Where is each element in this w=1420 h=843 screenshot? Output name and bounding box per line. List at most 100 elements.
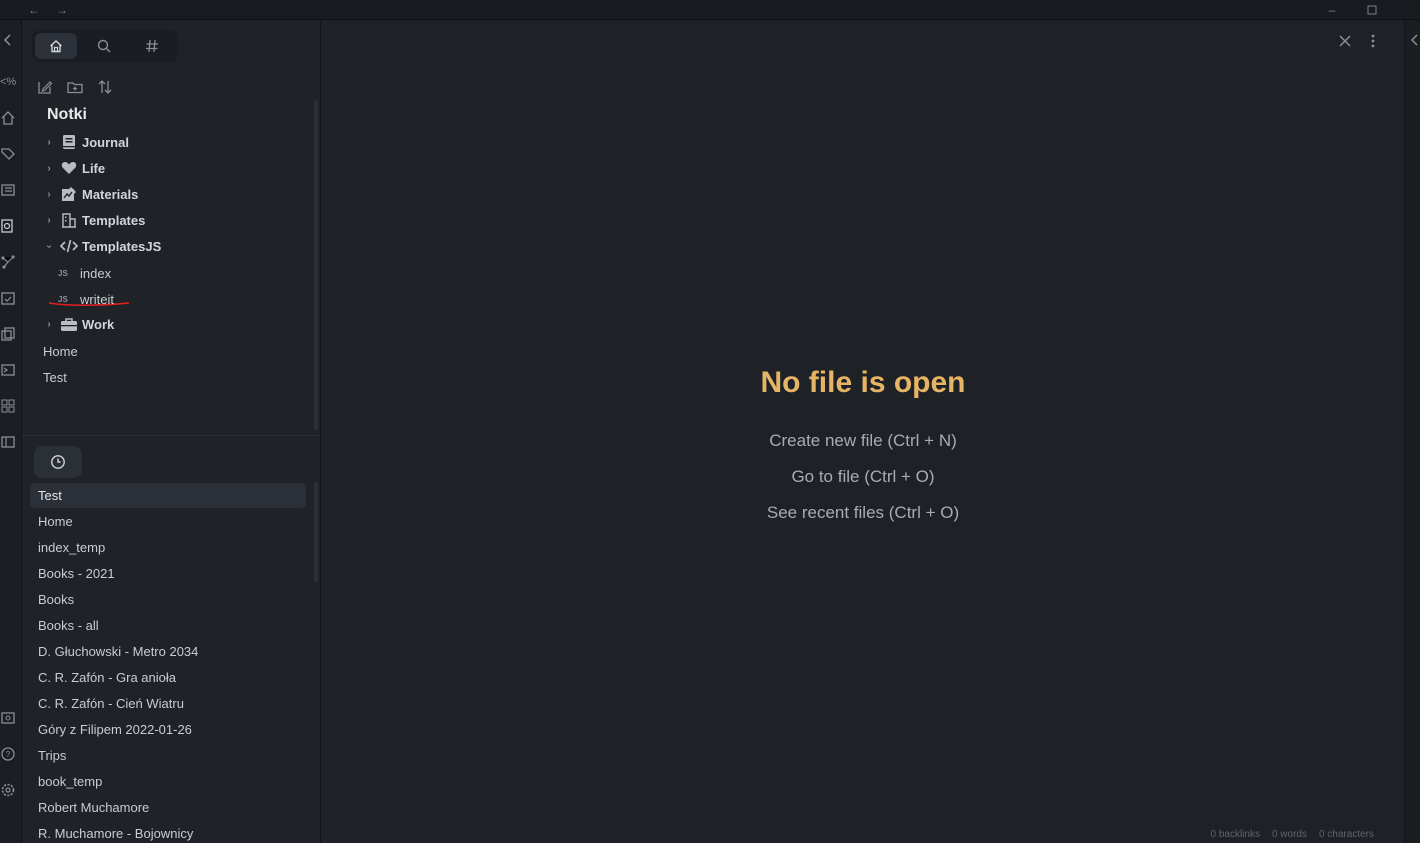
chart-icon — [60, 186, 78, 202]
vault-icon[interactable] — [0, 710, 16, 726]
code-icon — [60, 238, 78, 254]
see-recent-files-link[interactable]: See recent files (Ctrl + O) — [322, 503, 1404, 523]
recent-item[interactable]: book_temp — [30, 769, 306, 794]
terminal-icon[interactable] — [0, 362, 16, 378]
graph-icon[interactable] — [0, 254, 16, 270]
main-editor-area: No file is open Create new file (Ctrl + … — [322, 20, 1404, 843]
settings-icon[interactable] — [0, 782, 16, 798]
home-icon[interactable] — [0, 110, 16, 126]
search-icon — [97, 39, 111, 53]
maximize-button[interactable] — [1362, 0, 1382, 20]
minimize-button[interactable]: – — [1322, 0, 1342, 20]
back-button[interactable]: ← — [24, 0, 44, 20]
file-label: index — [80, 265, 112, 281]
file-test[interactable]: Test — [43, 370, 67, 385]
new-folder-button[interactable] — [66, 78, 84, 96]
recent-item[interactable]: D. Głuchowski - Metro 2034 — [30, 639, 306, 664]
sidebar-tab-bar — [32, 30, 178, 62]
file-index[interactable]: JS index — [58, 263, 111, 283]
file-home[interactable]: Home — [43, 344, 78, 359]
more-vertical-icon — [1371, 34, 1375, 48]
tag-pen-icon[interactable] — [0, 146, 16, 162]
tab-search[interactable] — [83, 33, 125, 59]
expand-right-sidebar-button[interactable] — [1407, 32, 1420, 48]
recent-item[interactable]: Books - all — [30, 613, 306, 638]
layout-icon[interactable] — [0, 434, 16, 450]
new-note-button[interactable] — [36, 78, 54, 96]
close-icon — [1339, 35, 1351, 47]
folder-templatesjs[interactable]: › TemplatesJS — [42, 235, 162, 257]
folder-label: Work — [82, 316, 115, 332]
recent-item-test[interactable]: Test — [30, 483, 306, 508]
hash-icon — [146, 39, 158, 53]
right-sidebar-collapsed — [1404, 20, 1420, 843]
recent-item[interactable]: R. Muchamore - Bojownicy — [30, 821, 306, 843]
file-writeit[interactable]: JS writeit — [58, 289, 114, 309]
help-icon[interactable]: ? — [0, 746, 16, 762]
book-icon — [60, 134, 78, 150]
file-label: writeit — [80, 291, 114, 307]
file-ext-badge: JS — [58, 268, 68, 278]
folder-life[interactable]: › Life — [42, 157, 105, 179]
home-icon — [50, 40, 62, 53]
go-to-file-link[interactable]: Go to file (Ctrl + O) — [322, 467, 1404, 487]
search-file-icon[interactable] — [0, 218, 16, 234]
chevron-right-icon: › — [47, 162, 51, 174]
briefcase-icon — [60, 316, 78, 332]
recent-item[interactable]: C. R. Zafón - Cień Wiatru — [30, 691, 306, 716]
vault-name: Notki — [47, 106, 87, 123]
svg-text:?: ? — [6, 750, 11, 759]
calendar-icon[interactable] — [0, 290, 16, 306]
sort-icon — [98, 80, 112, 94]
new-folder-icon — [67, 82, 83, 94]
tab-files[interactable] — [35, 33, 77, 59]
create-new-file-link[interactable]: Create new file (Ctrl + N) — [322, 431, 1404, 451]
grid-icon[interactable] — [0, 398, 16, 414]
new-note-icon — [38, 81, 53, 94]
folder-journal[interactable]: › Journal — [42, 131, 129, 153]
folder-label: Materials — [82, 186, 139, 202]
folder-materials[interactable]: › Materials — [42, 183, 138, 205]
recent-item[interactable]: Robert Muchamore — [30, 795, 306, 820]
explorer-scrollbar[interactable] — [314, 100, 318, 430]
word-count: 0 words — [1271, 829, 1307, 840]
recent-item[interactable]: Books - 2021 — [30, 561, 306, 586]
recent-scrollbar[interactable] — [314, 482, 318, 582]
character-count: 0 characters — [1318, 829, 1374, 840]
chevron-left-icon — [1410, 34, 1418, 46]
list-icon[interactable] — [0, 182, 16, 198]
left-ribbon: <% ? — [0, 20, 22, 843]
folder-label: TemplatesJS — [82, 238, 162, 254]
recent-item[interactable]: C. R. Zafón - Gra anioła — [30, 665, 306, 690]
recent-item[interactable]: index_temp — [30, 535, 306, 560]
arrow-right-icon: → — [56, 3, 68, 17]
folder-work[interactable]: › Work — [42, 313, 114, 335]
folder-templates[interactable]: › Templates — [42, 209, 145, 231]
chevron-right-icon: › — [47, 214, 51, 226]
chevron-down-icon: › — [43, 244, 55, 248]
forward-button[interactable]: → — [52, 0, 72, 20]
title-bar: ← → – — [0, 0, 1420, 20]
heart-icon — [60, 160, 78, 176]
recent-item[interactable]: Góry z Filipem 2022-01-26 — [30, 717, 306, 742]
tab-recent-files[interactable] — [34, 446, 82, 478]
chevron-left-icon — [3, 34, 11, 46]
more-options-button[interactable] — [1364, 32, 1382, 50]
templater-icon[interactable]: <% — [0, 74, 16, 90]
minimize-icon: – — [1328, 3, 1336, 17]
close-pane-button[interactable] — [1336, 32, 1354, 50]
pane-actions — [1324, 32, 1384, 50]
file-ext-badge: JS — [58, 294, 68, 304]
recent-item[interactable]: Books — [30, 587, 306, 612]
folder-label: Journal — [82, 134, 129, 150]
recent-item[interactable]: Home — [30, 509, 306, 534]
copy-icon[interactable] — [0, 326, 16, 342]
status-bar: 0 backlinks 0 words 0 characters — [1210, 829, 1374, 843]
tab-tags[interactable] — [131, 33, 173, 59]
file-explorer-sidebar: Notki › Journal › Life › Materials › Tem… — [22, 20, 321, 843]
sort-button[interactable] — [96, 78, 114, 96]
chevron-right-icon: › — [47, 188, 51, 200]
recent-item[interactable]: Trips — [30, 743, 306, 768]
collapse-sidebar-button[interactable] — [0, 32, 16, 48]
folder-label: Life — [82, 160, 106, 176]
